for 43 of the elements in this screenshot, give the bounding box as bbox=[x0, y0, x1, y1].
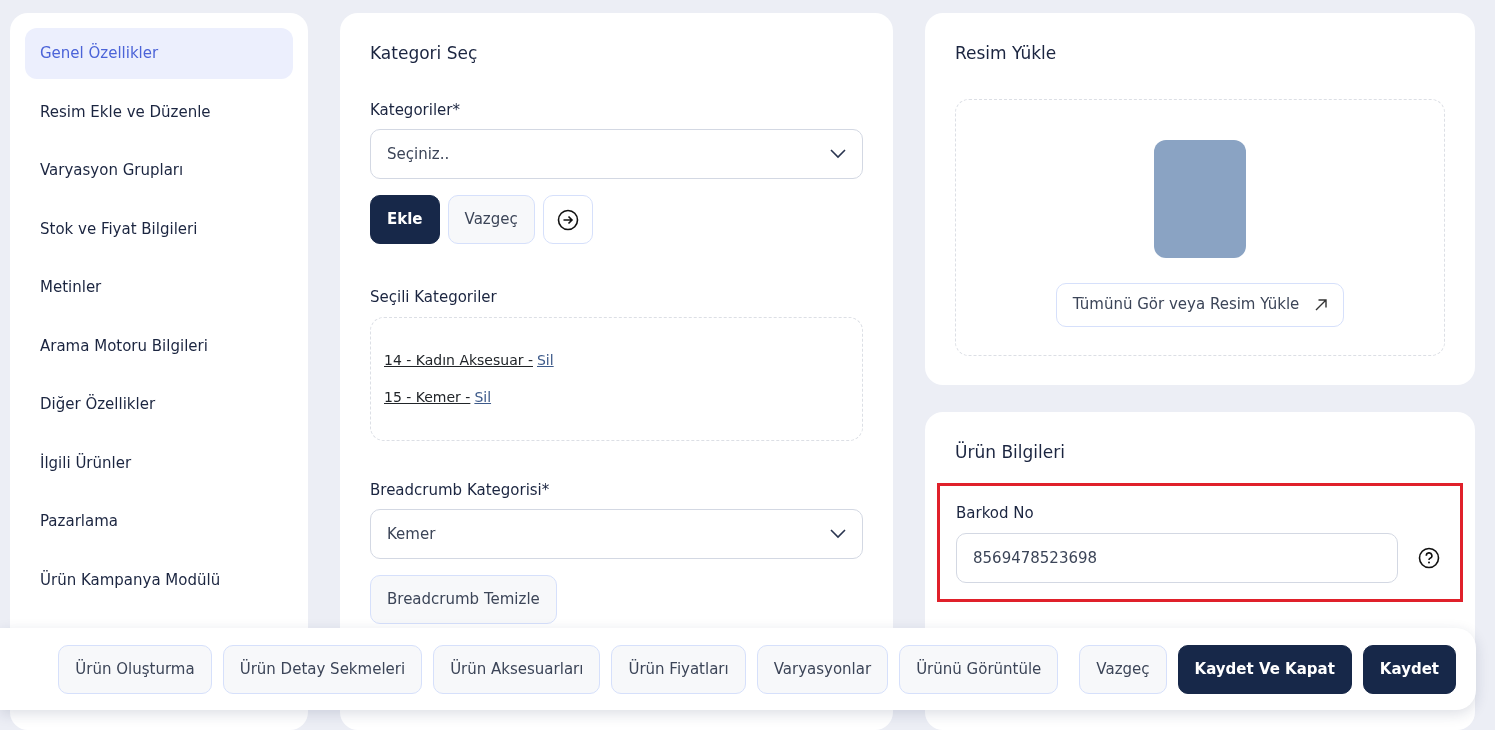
view-all-upload-button[interactable]: Tümünü Gör veya Resim Yükle bbox=[1055, 282, 1345, 327]
arrow-button[interactable] bbox=[542, 195, 593, 244]
sidebar-item[interactable]: Stok ve Fiyat Bilgileri bbox=[25, 203, 293, 254]
category-link[interactable]: 15 - Kemer - bbox=[384, 386, 471, 408]
add-button[interactable]: Ekle bbox=[370, 195, 440, 244]
category-link[interactable]: 14 - Kadın Aksesuar - bbox=[384, 349, 533, 371]
sidebar-item[interactable]: Resim Ekle ve Düzenle bbox=[25, 86, 293, 137]
help-icon[interactable] bbox=[1418, 546, 1440, 569]
arrow-up-right-icon bbox=[1315, 298, 1328, 311]
sidebar-item[interactable]: Pazarlama bbox=[25, 496, 293, 547]
sidebar-item[interactable]: Metinler bbox=[25, 262, 293, 313]
sidebar-item[interactable]: Varyasyon Grupları bbox=[25, 145, 293, 196]
chevron-down-icon bbox=[830, 529, 846, 539]
card-title: Kategori Seç bbox=[370, 42, 479, 65]
field-label: Kategoriler* bbox=[370, 99, 461, 121]
select-field[interactable]: Seçiniz.. bbox=[370, 129, 863, 179]
card-title: Ürün Bilgileri bbox=[955, 440, 1066, 464]
sidebar-item[interactable]: Arama Motoru Bilgileri bbox=[25, 320, 293, 371]
nav-button[interactable]: Ürünü Görüntüle bbox=[899, 644, 1059, 694]
nav-button[interactable]: Ürün Detay Sekmeleri bbox=[222, 644, 423, 694]
nav-button[interactable]: Ürün Oluşturma bbox=[58, 644, 212, 694]
circle-arrow-right-icon bbox=[556, 208, 579, 231]
field-label: Seçili Kategoriler bbox=[370, 287, 498, 308]
clear-breadcrumb-button[interactable]: Breadcrumb Temizle bbox=[370, 575, 557, 624]
save-button[interactable]: Kaydet Ve Kapat bbox=[1177, 644, 1352, 694]
card-title: Resim Yükle bbox=[955, 42, 1058, 65]
nav-button[interactable]: Ürün Aksesuarları bbox=[433, 644, 601, 694]
chevron-down-icon bbox=[830, 149, 846, 159]
nav-button[interactable]: Varyasyonlar bbox=[756, 644, 889, 694]
sidebar-item[interactable]: Genel Özellikler bbox=[25, 28, 293, 79]
nav-button[interactable]: Ürün Fiyatları bbox=[611, 644, 746, 694]
sidebar-item[interactable]: İlgili Ürünler bbox=[25, 437, 293, 488]
sidebar-item[interactable]: Ürün Kampanya Modülü bbox=[25, 554, 293, 605]
field-label: Barkod No bbox=[956, 503, 1035, 524]
save-button[interactable]: Kaydet bbox=[1362, 644, 1456, 694]
delete-link[interactable]: Sil bbox=[537, 349, 554, 371]
delete-link[interactable]: Sil bbox=[474, 386, 492, 408]
cancel-button[interactable]: Vazgeç bbox=[447, 195, 535, 244]
barcode-input[interactable]: 8569478523698 bbox=[956, 532, 1398, 583]
sidebar-item[interactable]: Diğer Özellikler bbox=[25, 379, 293, 430]
select-field[interactable]: Kemer bbox=[370, 509, 863, 559]
field-label: Breadcrumb Kategorisi* bbox=[370, 479, 551, 501]
cancel-button[interactable]: Vazgeç bbox=[1079, 644, 1167, 694]
